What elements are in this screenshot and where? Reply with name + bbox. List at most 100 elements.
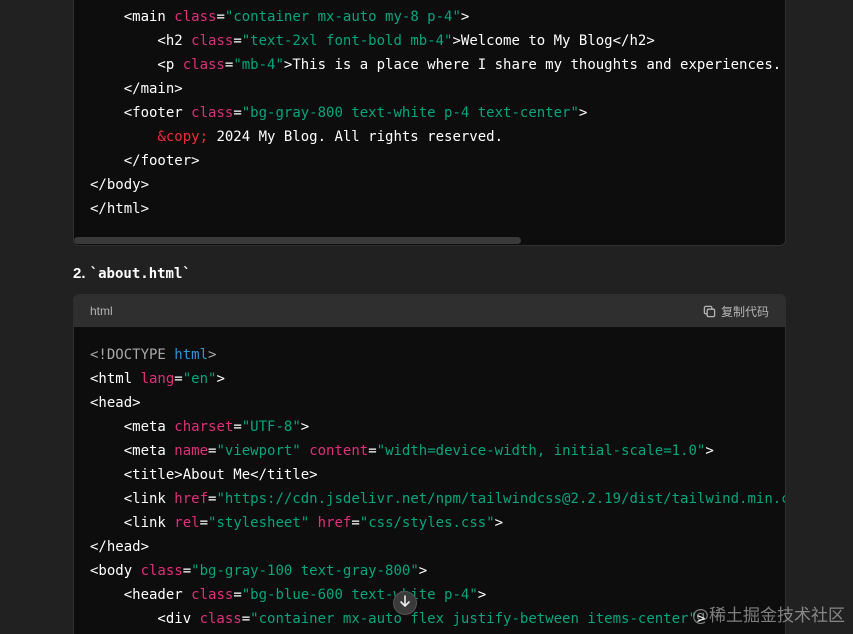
- code-token: =: [233, 33, 242, 49]
- code-token: </footer>: [90, 153, 200, 169]
- copy-code-button[interactable]: 复制代码: [703, 295, 769, 327]
- code-token: =: [199, 515, 209, 531]
- code-token: <body: [90, 563, 141, 579]
- code-token: >: [460, 9, 470, 25]
- code-token: >This is a place where I share my though…: [283, 57, 782, 73]
- code-line: <link href="https://cdn.jsdelivr.net/npm…: [90, 487, 786, 511]
- code-token: "css/styles.css": [359, 515, 495, 531]
- code-token: "stylesheet": [208, 515, 310, 531]
- code-token: </html>: [90, 201, 150, 217]
- code-token: </body>: [90, 177, 150, 193]
- code-token: </head>: [90, 539, 150, 555]
- code-token: class: [182, 57, 225, 73]
- code-block-header: html 复制代码: [74, 295, 785, 327]
- arrow-down-icon: [398, 594, 412, 613]
- code-token: "text-2xl font-bold mb-4": [241, 33, 453, 49]
- code-block-about: html 复制代码 <!DOCTYPE html> <html lang="en"…: [73, 294, 786, 634]
- code-token: =: [174, 371, 183, 387]
- code-token: class: [191, 587, 234, 603]
- code-token: href: [317, 515, 352, 531]
- code-token: &copy;: [157, 129, 209, 145]
- code-token: charset: [174, 419, 234, 435]
- code-token: =: [233, 105, 242, 121]
- watermark: @稀土掘金技术社区: [692, 606, 845, 626]
- code-line: </main>: [90, 77, 183, 101]
- code-line: &copy; 2024 My Blog. All rights reserved…: [90, 125, 503, 149]
- code-line: <!DOCTYPE html>: [90, 343, 216, 367]
- code-token: "https://cdn.jsdelivr.net/npm/tailwindcs…: [216, 491, 786, 507]
- code-token: "bg-blue-600 text-white p-4": [241, 587, 478, 603]
- code-token: >: [300, 419, 310, 435]
- code-token: <title>About Me</title>: [90, 467, 318, 483]
- code-line: </head>: [90, 535, 149, 559]
- code-line: <footer class="bg-gray-800 text-white p-…: [90, 101, 588, 125]
- code-token: lang: [140, 371, 175, 387]
- code-line: <main class="container mx-auto my-8 p-4"…: [90, 5, 470, 29]
- code-token: "container mx-auto my-8 p-4": [224, 9, 461, 25]
- section-heading: 2. `about.html`: [73, 262, 191, 286]
- scrollbar-thumb[interactable]: [74, 237, 521, 244]
- code-token: <html: [90, 371, 141, 387]
- horizontal-scrollbar[interactable]: [74, 236, 785, 245]
- code-token: <meta: [90, 443, 175, 459]
- code-language-label: html: [90, 304, 113, 318]
- code-line: <header class="bg-blue-600 text-white p-…: [90, 583, 487, 607]
- code-token: >: [208, 347, 217, 363]
- code-token: "container mx-auto flex justify-between …: [250, 611, 697, 627]
- code-token: =: [351, 515, 360, 531]
- section-filename: `about.html`: [89, 266, 191, 282]
- code-token: class: [140, 563, 183, 579]
- code-token: =: [368, 443, 377, 459]
- code-line: </footer>: [90, 149, 200, 173]
- code-line: </body>: [90, 173, 149, 197]
- code-token: name: [174, 443, 209, 459]
- code-token: "UTF-8": [241, 419, 301, 435]
- code-token: <div: [90, 611, 200, 627]
- code-block-index: <main class="container mx-auto my-8 p-4"…: [73, 0, 786, 246]
- code-token: </main>: [90, 81, 183, 97]
- code-token: html: [174, 347, 209, 363]
- code-line: <html lang="en">: [90, 367, 225, 391]
- code-token: 2024 My Blog. All rights reserved.: [208, 129, 504, 145]
- code-token: <header: [90, 587, 192, 603]
- code-token: rel: [174, 515, 200, 531]
- section-number: 2.: [73, 265, 86, 282]
- code-token: "bg-gray-800 text-white p-4 text-center": [241, 105, 579, 121]
- code-token: "en": [182, 371, 217, 387]
- code-token: <meta: [90, 419, 175, 435]
- code-token: =: [233, 587, 242, 603]
- chat-page: <main class="container mx-auto my-8 p-4"…: [0, 0, 853, 634]
- code-token: >: [578, 105, 588, 121]
- code-token: =: [216, 9, 225, 25]
- code-token: href: [174, 491, 209, 507]
- code-token: content: [309, 443, 369, 459]
- code-token: <link: [90, 491, 175, 507]
- code-line: <title>About Me</title>: [90, 463, 318, 487]
- code-token: class: [199, 611, 242, 627]
- code-token: >: [494, 515, 504, 531]
- copy-icon: [703, 305, 716, 318]
- code-line: </html>: [90, 197, 149, 221]
- code-token: "bg-gray-100 text-gray-800": [191, 563, 419, 579]
- code-token: "mb-4": [233, 57, 284, 73]
- code-line: <h2 class="text-2xl font-bold mb-4">Welc…: [90, 29, 654, 53]
- code-token: =: [233, 419, 242, 435]
- code-token: >: [216, 371, 225, 387]
- code-token: <head>: [90, 395, 141, 411]
- code-line: <head>: [90, 391, 141, 415]
- code-token: =: [241, 611, 251, 627]
- code-line: <meta name="viewport" content="width=dev…: [90, 439, 714, 463]
- code-token: class: [191, 105, 234, 121]
- code-token: "width=device-width, initial-scale=1.0": [376, 443, 706, 459]
- code-line: <p class="mb-4">This is a place where I …: [90, 53, 781, 77]
- code-token: <footer: [90, 105, 192, 121]
- copy-code-label: 复制代码: [720, 304, 769, 319]
- scroll-to-bottom-button[interactable]: [393, 591, 417, 615]
- code-token: <p: [90, 57, 183, 73]
- code-line: <body class="bg-gray-100 text-gray-800">: [90, 559, 427, 583]
- code-line: <meta charset="UTF-8">: [90, 415, 310, 439]
- code-token: <!DOCTYPE: [90, 347, 175, 363]
